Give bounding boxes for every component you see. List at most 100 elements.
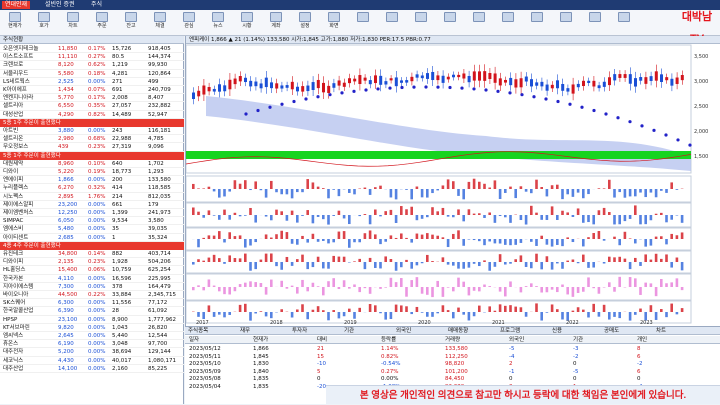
bottom-tab[interactable]: 공매도	[604, 327, 619, 335]
stock-row[interactable]: 무오정보스4390.23%27,3199,096	[0, 143, 184, 151]
toolbar-item-1[interactable]: 호가	[33, 12, 55, 32]
indicator-bar	[296, 215, 299, 223]
toolbar-item-8[interactable]: 시황	[236, 12, 258, 32]
toolbar-item-4[interactable]: 잔고	[120, 12, 142, 32]
indicator-bar	[244, 239, 247, 248]
toolbar-item-0[interactable]: 현재가	[4, 12, 26, 32]
stock-row[interactable]: 한국카본4,1100.00%16,596225,995	[0, 275, 184, 283]
stock-row[interactable]: 지아이에스템7,3000.00%378164,479	[0, 283, 184, 291]
stock-chart-panel[interactable]: 엔피케이 1,866 ▲ 21 (1.14%) 133,580 시가:1,845…	[185, 36, 720, 326]
toolbar-item-11[interactable]: 화면	[323, 12, 345, 32]
stock-row[interactable]: 디와이5,2200.19%18,7731,293	[0, 168, 184, 176]
bottom-tab[interactable]: 외국인	[396, 327, 411, 335]
stock-row[interactable]: HPSP23,1000.00%8,9001,777,962	[0, 316, 184, 324]
bottom-tab[interactable]: 신용	[552, 327, 562, 335]
app-tab-2[interactable]: 설빈인 증권	[42, 1, 78, 9]
stock-row[interactable]: 디와이피2,1350.23%1,928504,206	[0, 258, 184, 266]
stock-row[interactable]: 크렌브로8,1200.62%1,21999,930	[0, 61, 184, 69]
stock-row[interactable]: 휴온스6,1900.00%3,04897,700	[0, 340, 184, 348]
table-row[interactable]: 2023/05/111,845150.82%112,250-4-26	[185, 354, 720, 362]
stock-row[interactable]: 한국알콜산업6,3900.00%2861,092	[0, 307, 184, 315]
stock-row[interactable]: 대원제약8,9600.10%6401,702	[0, 160, 184, 168]
toolbar-item-9[interactable]: 계좌	[265, 12, 287, 32]
candle-body	[655, 71, 658, 80]
bottom-tab[interactable]: 주식종목	[188, 327, 208, 335]
bottom-tab[interactable]: 차트	[656, 327, 666, 335]
toolbar-icon	[502, 12, 514, 22]
indicator-bar	[530, 206, 533, 215]
candle-body	[395, 77, 398, 86]
stock-row[interactable]: 세코닉스4,4300.00%40,0171,080,171	[0, 357, 184, 365]
stock-row[interactable]: 엠에스비5,4800.00%3539,035	[0, 225, 184, 233]
toolbar-item-20[interactable]	[584, 12, 606, 32]
indicator-bar	[208, 187, 211, 189]
toolbar-item-17[interactable]	[497, 12, 519, 32]
indicator-bar	[598, 312, 601, 317]
table-row[interactable]: 2023/05/101,830-10-0.54%98,82020-2	[185, 361, 720, 369]
app-tab-1[interactable]: 연대인재	[2, 1, 30, 9]
toolbar-item-2[interactable]: 차트	[62, 12, 84, 32]
bottom-tab[interactable]: 기관	[344, 327, 354, 335]
stock-row[interactable]: SIMPAC6,0500.00%9,5343,580	[0, 217, 184, 225]
toolbar-item-6[interactable]: 관심	[178, 12, 200, 32]
stock-row[interactable]: 누리플렉스6,2700.32%414118,585	[0, 184, 184, 192]
indicator-bar	[504, 189, 507, 193]
indicator-bar	[650, 239, 653, 246]
stock-row[interactable]: SK스퀘어6,3000.00%11,55677,172	[0, 299, 184, 307]
table-row[interactable]: 2023/05/091,84050.27%101,200-1-56	[185, 369, 720, 377]
toolbar-item-14[interactable]	[410, 12, 432, 32]
indicator-bar	[260, 260, 263, 262]
toolbar-item-13[interactable]	[381, 12, 403, 32]
indicator-bar	[218, 231, 221, 239]
stock-row[interactable]: LS네트웍스2,5250.00%271499	[0, 78, 184, 86]
table-row[interactable]: 2023/05/081,83500.00%84,450000	[185, 376, 720, 384]
toolbar-item-7[interactable]: 뉴스	[207, 12, 229, 32]
app-tab-3[interactable]: 주식	[88, 1, 105, 9]
toolbar-item-label: 시황	[242, 23, 251, 29]
stock-row[interactable]: 대주전자5,2000.00%38,694129,144	[0, 348, 184, 356]
stock-row[interactable]: 이스트소프트11,1100.27%80.5144,374	[0, 53, 184, 61]
bottom-tab[interactable]: 투자자	[292, 327, 307, 335]
stock-row[interactable]: 유진테크34,8000.14%882403,714	[0, 250, 184, 258]
stock-row[interactable]: 제이엠벤처스12,2500.00%1,399241,973	[0, 209, 184, 217]
stock-row[interactable]: 대성산업4,2900.82%14,48952,947	[0, 111, 184, 119]
toolbar-item-10[interactable]: 설정	[294, 12, 316, 32]
stock-row[interactable]: K아이에프1,4340.07%691240,709	[0, 86, 184, 94]
stock-row[interactable]: 대주산업14,1000.00%2,16085,225	[0, 365, 184, 373]
stock-amt: 26,820	[148, 324, 167, 332]
stock-row[interactable]: 엔켄지니아라5,7700.17%2,0088,407	[0, 94, 184, 102]
toolbar-item-3[interactable]: 주문	[91, 12, 113, 32]
stock-row[interactable]: 셀트리온2,9800.68%22,9884,785	[0, 135, 184, 143]
stock-row[interactable]: 오픈엣지테크놀11,8500.17%15,726918,405	[0, 45, 184, 53]
bottom-tab[interactable]: 프로그램	[500, 327, 520, 335]
bottom-tab[interactable]: 재무	[240, 327, 250, 335]
indicator-bar	[468, 182, 471, 189]
toolbar-item-15[interactable]	[439, 12, 461, 32]
stock-row[interactable]: 아이티센트2,6850.00%135,324	[0, 234, 184, 242]
stock-row[interactable]: 서울리우드5,5800.18%4,281120,864	[0, 70, 184, 78]
stock-row[interactable]: 바이오니아44,5000.22%33,8842,345,715	[0, 291, 184, 299]
indicator-bar	[499, 254, 502, 262]
table-row[interactable]: 2023/05/121,866211.14%133,580-5-38	[185, 346, 720, 354]
toolbar-item-16[interactable]	[468, 12, 490, 32]
indicator-bar	[551, 262, 554, 270]
toolbar-item-21[interactable]	[613, 12, 635, 32]
indicator-bar	[426, 189, 429, 198]
toolbar-item-12[interactable]	[352, 12, 374, 32]
stock-row[interactable]: KT서브마린9,8200.00%1,04326,820	[0, 324, 184, 332]
toolbar-item-18[interactable]	[526, 12, 548, 32]
stock-row[interactable]: 시노펙스2,8951.76%214812,035	[0, 193, 184, 201]
indicator-bar	[676, 312, 679, 314]
indicator-bar	[436, 236, 439, 239]
toolbar-item-5[interactable]: 체결	[149, 12, 171, 32]
stock-row[interactable]: 엔에이피1,8660.00%200133,580	[0, 176, 184, 184]
stock-row[interactable]: 엠씨넥스2,6450.00%5,44012,544	[0, 332, 184, 340]
toolbar-item-19[interactable]	[555, 12, 577, 32]
bottom-tab[interactable]: 매매동향	[448, 327, 468, 335]
candlestick-chart[interactable]: 3,5003,0002,5002,0001,500201720182019202…	[186, 36, 720, 326]
stock-row[interactable]: HL홀딩스15,4000.06%10,759625,254	[0, 266, 184, 274]
stock-row[interactable]: 아트빈3,8800.00%243116,181	[0, 127, 184, 135]
stock-row[interactable]: 제이에스알피23,2000.00%661179	[0, 201, 184, 209]
stock-row[interactable]: 셀트리아6,5500.35%27,057232,882	[0, 102, 184, 110]
indicator-bar	[629, 238, 632, 239]
